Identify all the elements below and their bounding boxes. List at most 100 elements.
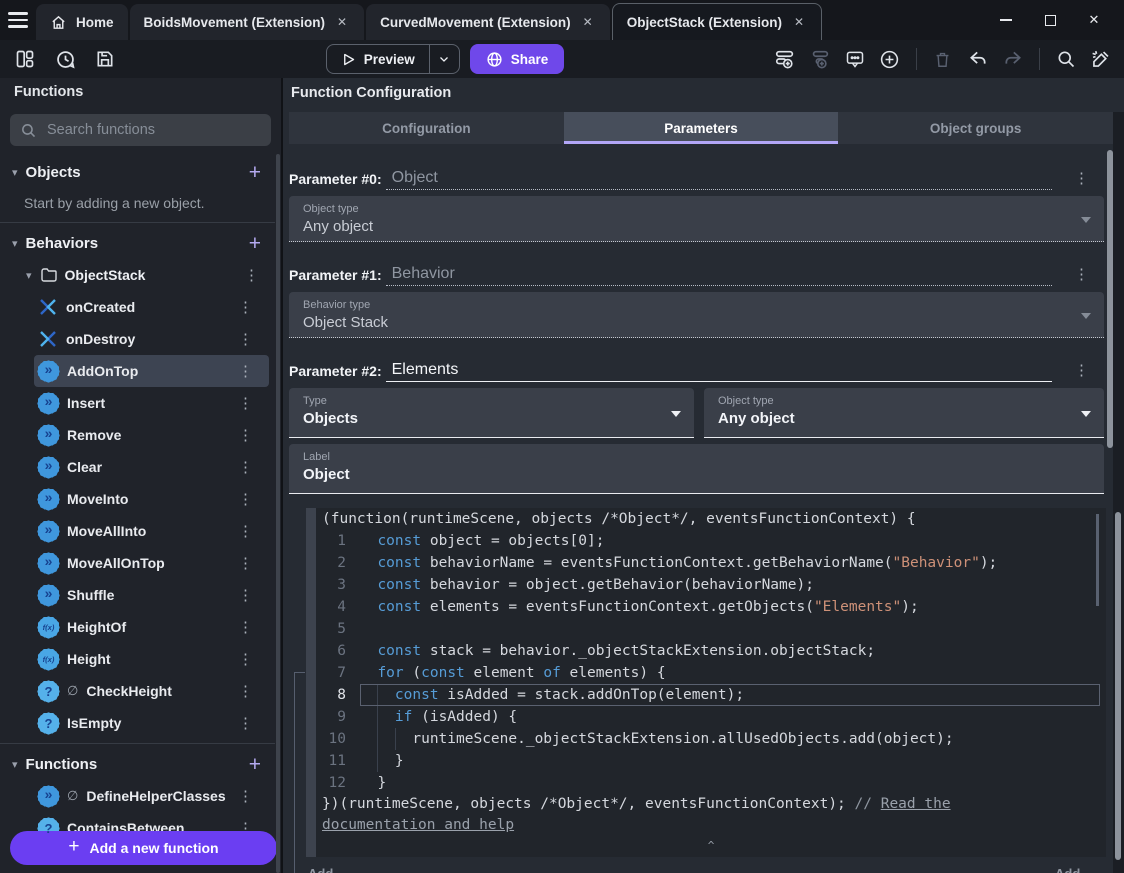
behavior-type-select[interactable]: Behavior type Object Stack [289,292,1104,338]
item-menu-icon[interactable]: ⋮ [238,586,253,604]
object-type-select[interactable]: Object type Any object [289,196,1104,242]
panel-layout-icon[interactable] [12,46,38,72]
item-menu-icon[interactable]: ⋮ [238,650,253,668]
chevron-down-icon[interactable]: ▾ [12,758,18,771]
sidebar-item-isempty[interactable]: ? IsEmpty ⋮ [34,707,269,739]
item-menu-icon[interactable]: ⋮ [238,682,253,700]
tab-objectstack[interactable]: ObjectStack (Extension) ✕ [611,3,823,40]
share-button[interactable]: Share [469,44,565,74]
tab-home[interactable]: Home [36,4,128,40]
events-scrollbar[interactable] [1115,512,1121,860]
code-line-5[interactable]: 5 [316,618,1106,640]
parameter-menu-icon[interactable]: ⋮ [1074,361,1089,382]
close-window-button[interactable]: ✕ [1072,0,1116,40]
preview-button[interactable]: Preview [325,44,460,74]
undo-icon[interactable] [965,46,991,72]
close-tab-icon[interactable]: ✕ [791,13,807,31]
parameter-name-input[interactable]: Behavior [385,265,1052,286]
section-behaviors[interactable]: ▾ Behaviors + [0,227,275,259]
code-line-9[interactable]: 9 if (isAdded) { [316,706,1106,728]
sidebar-item-clear[interactable]: » Clear ⋮ [34,451,269,483]
item-menu-icon[interactable]: ⋮ [238,330,253,348]
add-circle-icon[interactable] [877,46,903,72]
tab-curvedmovement[interactable]: CurvedMovement (Extension) ✕ [366,4,610,40]
type-select[interactable]: Type Objects [289,388,694,438]
sidebar-item-oncreated[interactable]: onCreated ⋮ [34,291,269,323]
item-menu-icon[interactable]: ⋮ [244,266,259,284]
trash-icon[interactable] [930,46,956,72]
code-line-6[interactable]: 6 const stack = behavior._objectStackExte… [316,640,1106,662]
code-line-3[interactable]: 3 const behavior = object.getBehavior(beh… [316,574,1106,596]
tab-configuration[interactable]: Configuration [289,112,564,144]
parameter-name-input[interactable]: Elements [385,361,1052,382]
tab-parameters[interactable]: Parameters [563,112,839,144]
add-event-icon[interactable] [772,46,798,72]
javascript-code-editor[interactable]: (function(runtimeScene, objects /*Object… [316,508,1106,857]
chevron-down-icon[interactable]: ▾ [26,269,32,282]
item-menu-icon[interactable]: ⋮ [238,522,253,540]
section-functions[interactable]: ▾ Functions + [0,748,275,780]
search-functions-box[interactable] [10,114,271,146]
chevron-down-icon[interactable]: ▾ [12,166,18,179]
tab-boidsmovement[interactable]: BoidsMovement (Extension) ✕ [129,4,365,40]
code-line-2[interactable]: 2 const behaviorName = eventsFunctionCont… [316,552,1106,574]
code-line-1[interactable]: 1 const object = objects[0]; [316,530,1106,552]
maximize-button[interactable] [1028,0,1072,40]
chevron-down-icon[interactable]: ▾ [12,237,18,250]
item-menu-icon[interactable]: ⋮ [238,554,253,572]
item-menu-icon[interactable]: ⋮ [238,490,253,508]
event-gutter[interactable] [306,508,316,857]
main-menu-icon[interactable] [0,0,36,40]
search-icon[interactable] [1053,46,1079,72]
save-icon[interactable] [92,46,118,72]
preview-button-main[interactable]: Preview [327,45,429,73]
sidebar-item-height[interactable]: f(x) Height ⋮ [34,643,269,675]
sidebar-item-remove[interactable]: » Remove ⋮ [34,419,269,451]
preview-options-caret[interactable] [428,45,459,73]
item-menu-icon[interactable]: ⋮ [238,298,253,316]
sidebar-item-moveallinto[interactable]: » MoveAllInto ⋮ [34,515,269,547]
code-line-8[interactable]: 8 const isAdded = stack.addOnTop(element)… [316,684,1106,706]
close-tab-icon[interactable]: ✕ [580,13,596,31]
sidebar-item-checkheight[interactable]: ? ∅ CheckHeight ⋮ [34,675,269,707]
item-menu-icon[interactable]: ⋮ [238,787,253,805]
sidebar-item-heightof[interactable]: f(x) HeightOf ⋮ [34,611,269,643]
ai-pencil-icon[interactable] [1088,46,1114,72]
sidebar-item-addontop[interactable]: » AddOnTop ⋮ [34,355,269,387]
parameter-menu-icon[interactable]: ⋮ [1074,265,1089,286]
collapse-caret[interactable]: ^ [316,839,1106,853]
item-menu-icon[interactable]: ⋮ [238,362,253,380]
history-icon[interactable] [52,46,78,72]
parameter-menu-icon[interactable]: ⋮ [1074,169,1089,190]
add-object-icon[interactable]: + [249,162,261,183]
parameter-name-input[interactable]: Object [385,169,1052,190]
sidebar-scrollbar[interactable] [276,154,280,873]
object-type-select-2[interactable]: Object type Any object [704,388,1104,438]
add-sub-event-icon[interactable] [807,46,833,72]
comment-icon[interactable] [842,46,868,72]
folder-objectstack[interactable]: ▾ ObjectStack ⋮ [0,259,275,291]
item-menu-icon[interactable]: ⋮ [238,426,253,444]
sidebar-item-moveinto[interactable]: » MoveInto ⋮ [34,483,269,515]
search-functions-input[interactable] [45,121,261,139]
close-tab-icon[interactable]: ✕ [334,13,350,31]
tab-object-groups[interactable]: Object groups [838,112,1113,144]
code-line-11[interactable]: 11} [316,750,1106,772]
item-menu-icon[interactable]: ⋮ [238,458,253,476]
label-field[interactable]: Label Object [289,444,1104,494]
code-editor-scrollbar[interactable] [1096,514,1099,606]
code-line-7[interactable]: 7 for (const element of elements) { [316,662,1106,684]
item-menu-icon[interactable]: ⋮ [238,394,253,412]
sidebar-item-definehelperclasses[interactable]: » ∅ DefineHelperClasses ⋮ [34,780,269,812]
redo-icon[interactable] [1000,46,1026,72]
add-free-function-icon[interactable]: + [249,754,261,775]
code-lines[interactable]: 1 const object = objects[0]; 2 const behavi… [316,530,1106,794]
minimize-button[interactable] [984,0,1028,40]
add-behavior-icon[interactable]: + [249,233,261,254]
sidebar-item-ondestroy[interactable]: onDestroy ⋮ [34,323,269,355]
item-menu-icon[interactable]: ⋮ [238,618,253,636]
item-menu-icon[interactable]: ⋮ [238,714,253,732]
code-line-4[interactable]: 4 const elements = eventsFunctionContext.… [316,596,1106,618]
code-line-12[interactable]: 12} [316,772,1106,794]
section-objects[interactable]: ▾ Objects + [0,156,275,188]
